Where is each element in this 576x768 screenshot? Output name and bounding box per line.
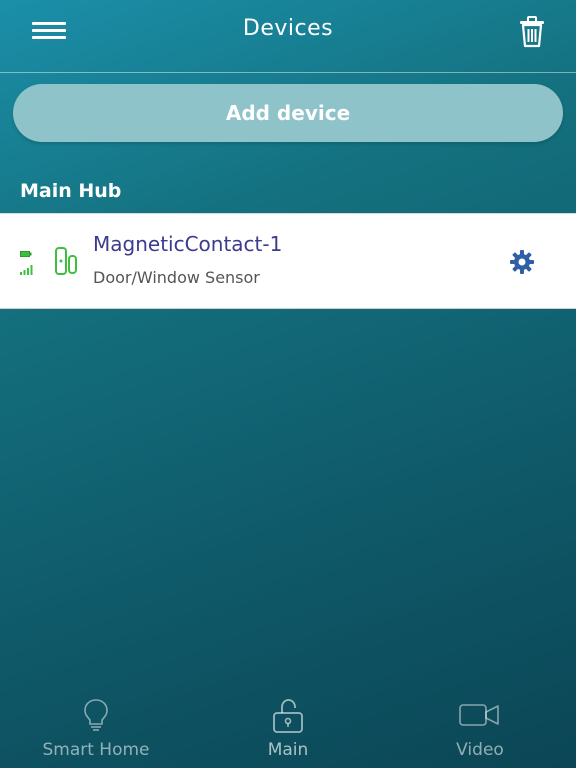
tab-video[interactable]: Video bbox=[384, 690, 576, 768]
battery-icon bbox=[20, 251, 32, 257]
door-window-sensor-icon bbox=[55, 247, 77, 275]
device-list-item[interactable]: MagneticContact-1 Door/Window Sensor bbox=[0, 213, 576, 309]
video-camera-icon bbox=[459, 704, 499, 726]
device-name: MagneticContact-1 bbox=[93, 232, 283, 256]
top-bar: Devices bbox=[0, 0, 576, 72]
device-status-indicators bbox=[20, 251, 36, 275]
device-type: Door/Window Sensor bbox=[93, 268, 260, 287]
tab-smart-home[interactable]: Smart Home bbox=[0, 690, 192, 768]
bottom-tab-bar: Smart Home Main Video bbox=[0, 690, 576, 768]
gear-icon bbox=[510, 250, 534, 274]
tab-label: Smart Home bbox=[42, 740, 150, 760]
header-divider bbox=[0, 72, 576, 73]
section-title: Main Hub bbox=[20, 180, 122, 202]
lightbulb-icon bbox=[84, 699, 108, 731]
signal-strength-icon bbox=[20, 265, 33, 275]
add-device-button[interactable]: Add device bbox=[13, 84, 563, 142]
tab-label: Main bbox=[267, 740, 309, 760]
page-title: Devices bbox=[242, 16, 334, 41]
tab-label: Video bbox=[456, 740, 504, 760]
delete-button[interactable] bbox=[517, 16, 547, 48]
tab-main[interactable]: Main bbox=[192, 690, 384, 768]
device-settings-button[interactable] bbox=[509, 249, 535, 275]
trash-icon bbox=[520, 16, 544, 48]
unlocked-padlock-icon bbox=[273, 699, 303, 733]
